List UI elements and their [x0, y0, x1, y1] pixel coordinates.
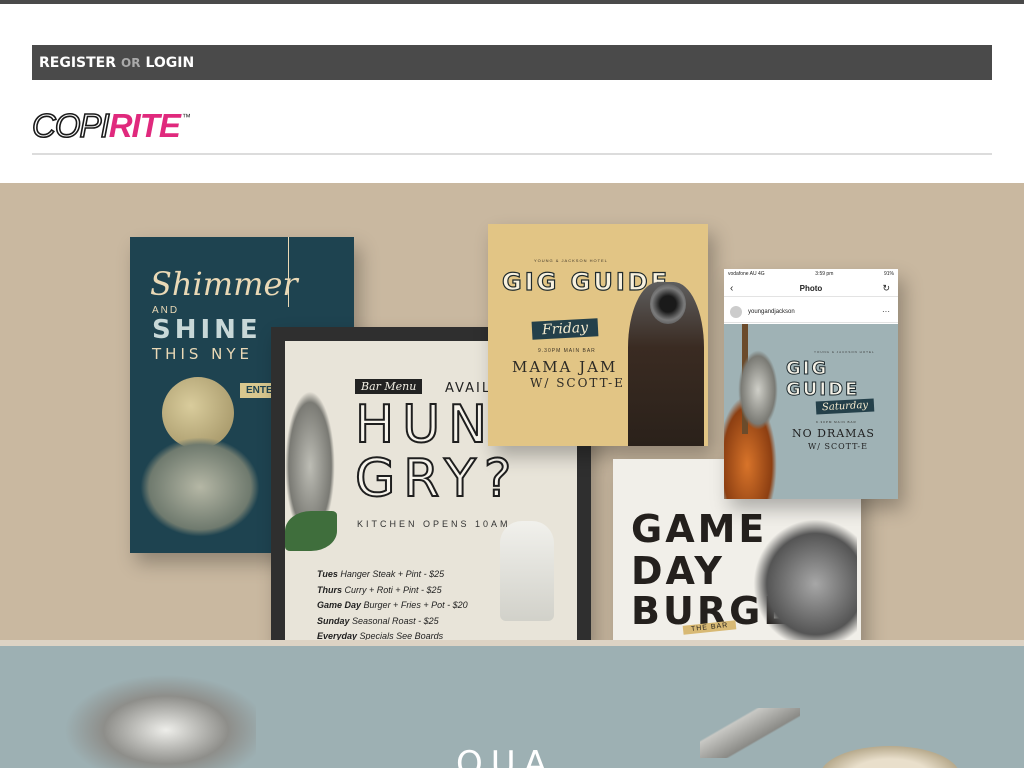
copirite-logo[interactable]: COPI RITE ™ [31, 107, 191, 145]
more-icon: ··· [882, 307, 890, 316]
menu-item: Thurs Curry + Roti + Pint - $25 [317, 584, 442, 595]
fork-image [700, 708, 800, 758]
day-badge: Friday [531, 318, 599, 340]
seated-woman-image [738, 350, 778, 430]
menu-item: Sunday Seasonal Roast - $25 [317, 615, 439, 626]
phone-nav-bar: ‹ Photo ↻ [724, 281, 898, 297]
post-time: 9.30PM MAIN BAR [816, 420, 857, 424]
account-name: youngandjackson [748, 308, 795, 315]
gig-guide-poster: YOUNG & JACKSON HOTEL GIG GUIDE Friday 9… [488, 224, 708, 446]
reclining-woman-image [140, 437, 260, 537]
act-name: MAMA JAM [512, 358, 618, 376]
act-with: W/ SCOTT-E [530, 376, 625, 390]
phone-status-bar: vodafone AU 4G 3:59 pm 91% [724, 269, 898, 279]
refresh-icon: ↻ [882, 283, 890, 293]
logo-part-copi: COPI [31, 107, 110, 145]
register-link[interactable]: REGISTER [39, 55, 116, 71]
back-chevron-icon: ‹ [730, 283, 734, 294]
battery-text: 91% [883, 271, 894, 277]
poster-title: Shimmer [150, 265, 298, 303]
hungry-line-1: HUN [354, 394, 496, 456]
top-border [0, 0, 1024, 4]
banner-word: OUA [456, 744, 555, 768]
second-banner: OUA [0, 646, 1024, 768]
menu-item: Game Day Burger + Fries + Pot - $20 [317, 600, 468, 610]
account-row: youngandjackson ··· [724, 301, 898, 323]
nav-title: Photo [799, 284, 823, 293]
champagne-glass-image [500, 521, 554, 621]
menu-item: Tues Hanger Steak + Pint - $25 [317, 569, 445, 579]
football-player-image [753, 519, 857, 640]
post-image: YOUNG & JACKSON HOTEL GIG GUIDE Saturday… [724, 324, 898, 499]
instagram-phone-mockup: vodafone AU 4G 3:59 pm 91% ‹ Photo ↻ you… [724, 269, 898, 499]
clock-text: 3:59 pm [815, 271, 834, 277]
poster-shine: SHINE [152, 315, 262, 345]
speaker-head-image [650, 284, 686, 324]
post-venue: YOUNG & JACKSON HOTEL [814, 350, 875, 354]
kitchen-hours: KITCHEN OPENS 10AM [357, 519, 511, 529]
bar-menu-badge: Bar Menu [355, 379, 423, 394]
or-separator: OR [121, 55, 141, 70]
game-line-2: DAY [631, 549, 725, 593]
ballerina-image [56, 670, 256, 768]
carrier-text: vodafone AU 4G [728, 271, 765, 277]
auth-bar: REGISTER OR LOGIN [32, 45, 992, 80]
logo-part-rite: RITE [108, 107, 181, 144]
poster-nye: THIS NYE [152, 345, 254, 363]
venue-name: YOUNG & JACKSON HOTEL [534, 258, 608, 263]
plate-image [820, 746, 960, 768]
post-act-with: W/ SCOTT-E [808, 442, 868, 451]
post-title: GIG GUIDE [786, 358, 860, 401]
game-line-1: GAME [631, 507, 768, 551]
login-link[interactable]: LOGIN [145, 55, 194, 71]
hero-showcase: Shimmer AND SHINE THIS NYE ENTE Bar Menu… [0, 183, 1024, 640]
gig-time: 9.30PM MAIN BAR [538, 348, 596, 354]
trademark: ™ [181, 112, 191, 122]
menu-list: Tues Hanger Steak + Pint - $25 Thurs Cur… [317, 567, 468, 640]
header-divider [32, 153, 992, 155]
hungry-line-2: GRY? [354, 448, 520, 510]
menu-item: Everyday Specials See Boards [317, 631, 444, 640]
leaf-image [285, 511, 337, 551]
avatar [730, 305, 742, 318]
post-day-badge: Saturday [815, 398, 875, 415]
post-act: NO DRAMAS [792, 427, 875, 440]
